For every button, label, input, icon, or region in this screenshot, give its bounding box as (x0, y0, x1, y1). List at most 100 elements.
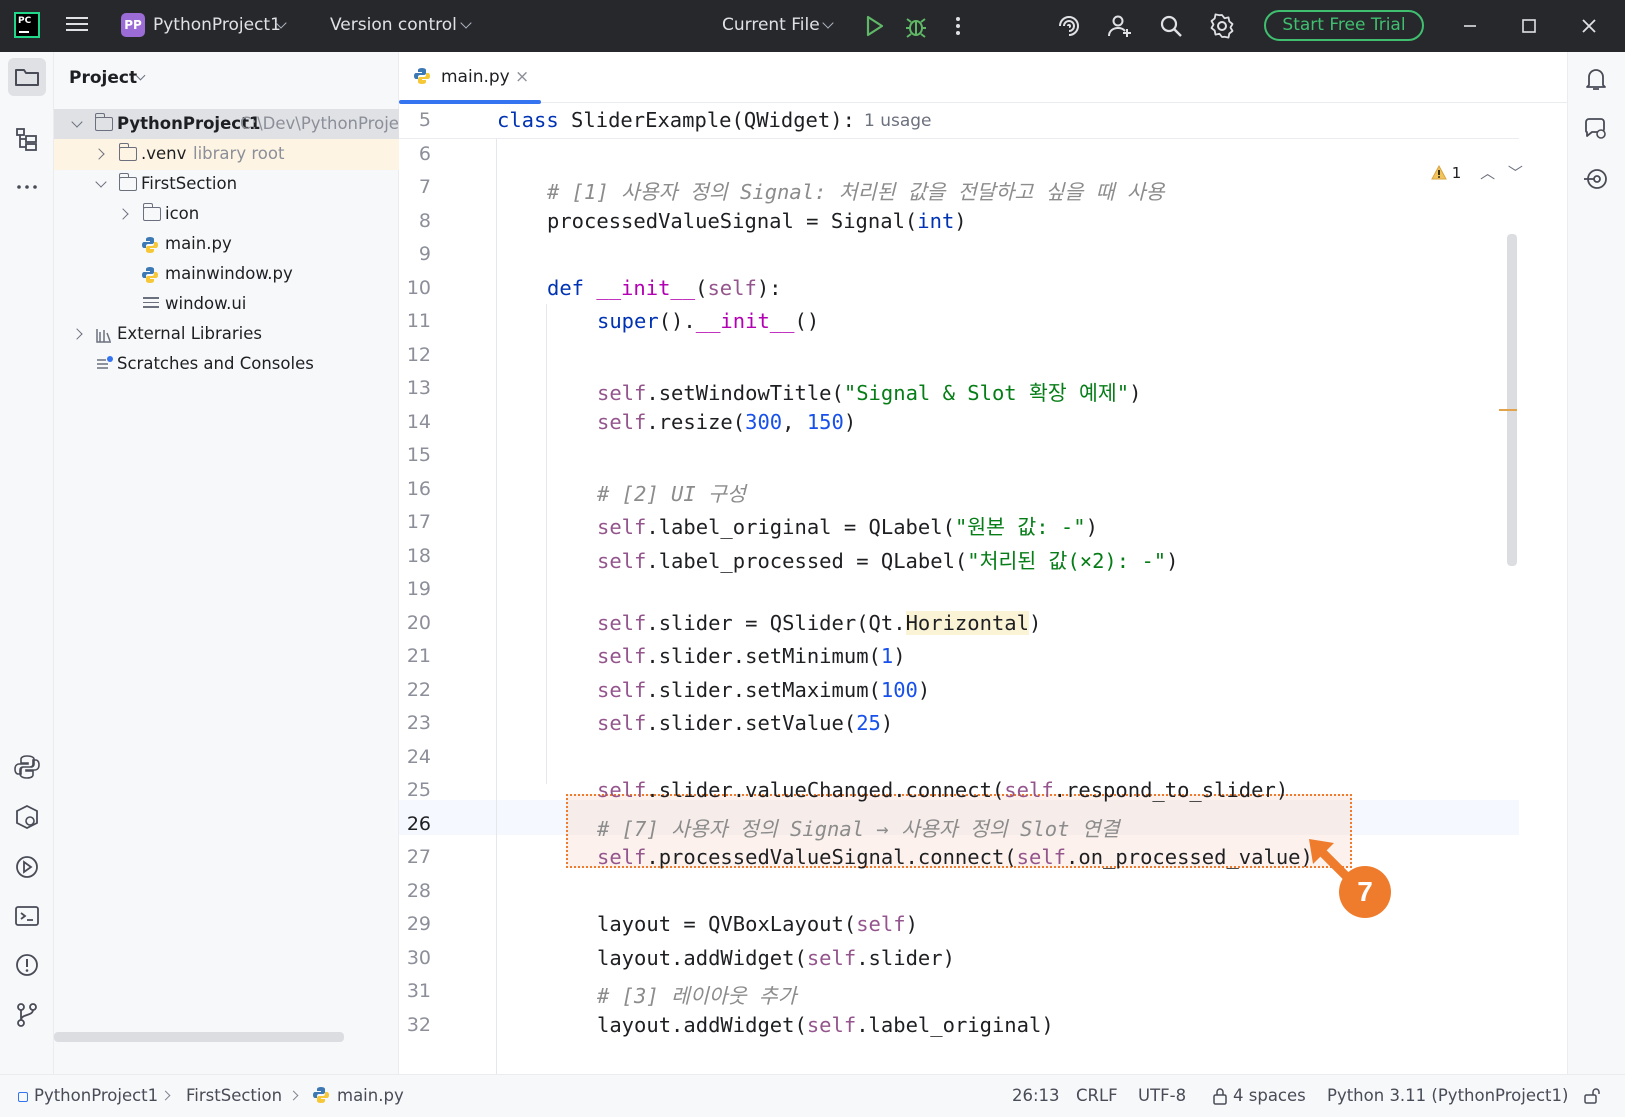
code-text: self.processedValueSignal.connect(self.o… (597, 845, 1313, 869)
code-text: self.label_processed = QLabel("처리된 값(×2)… (597, 549, 1179, 573)
ai-assistant-icon[interactable] (1055, 12, 1083, 40)
code-comment: # [3] 레이아웃 추가 (597, 984, 797, 1008)
ai-chat-icon[interactable] (1581, 114, 1611, 144)
editor-tab-bar: main.py × (399, 52, 1567, 104)
python-packages-icon[interactable] (12, 752, 42, 782)
line-separator-widget[interactable]: CRLF (1076, 1086, 1118, 1105)
left-tool-window-strip (0, 52, 54, 1074)
line-number: 5 (418, 109, 431, 131)
tree-item-mainwindow-py[interactable]: mainwindow.py (54, 259, 399, 290)
run-tool-icon[interactable] (12, 852, 42, 882)
interpreter-widget[interactable]: Python 3.11 (PythonProject1) (1327, 1086, 1568, 1105)
tree-item-venv[interactable]: .venv library root (54, 139, 399, 170)
next-highlight-icon[interactable]: ﹀ (1508, 164, 1523, 182)
expand-arrow-icon[interactable] (71, 328, 83, 340)
line-number: 19 (406, 578, 431, 600)
warning-count: 1 (1451, 164, 1462, 182)
code-text: layout.addWidget(self.label_original) (597, 1013, 1054, 1037)
code-with-me-icon[interactable] (1106, 12, 1134, 40)
endpoints-icon[interactable] (1581, 164, 1611, 194)
minimize-icon[interactable] (1456, 12, 1484, 40)
status-bar: PythonProject1 FirstSection main.py 26:1… (0, 1074, 1625, 1117)
notifications-bell-icon[interactable] (1581, 64, 1611, 94)
maximize-icon[interactable] (1515, 12, 1543, 40)
close-window-icon[interactable] (1575, 12, 1603, 40)
line-number: 27 (406, 846, 431, 868)
expand-arrow-icon[interactable] (95, 176, 107, 188)
tree-item-project-root[interactable]: PythonProject1 C:\Dev\PythonProje (54, 109, 399, 140)
project-panel: Project PythonProject1 C:\Dev\PythonProj… (54, 52, 399, 1074)
project-badge[interactable]: PP (121, 13, 145, 37)
line-number: 20 (406, 612, 431, 634)
breadcrumb-folder[interactable]: FirstSection (186, 1086, 282, 1105)
tree-item-scratches[interactable]: Scratches and Consoles (54, 349, 399, 380)
caret-position[interactable]: 26:13 (1012, 1086, 1060, 1105)
expand-arrow-icon[interactable] (117, 208, 129, 220)
git-icon[interactable] (12, 1000, 42, 1030)
line-number: 18 (406, 545, 431, 567)
run-icon[interactable] (860, 12, 888, 40)
version-control-widget[interactable]: Version control (330, 15, 457, 35)
error-stripe-marker[interactable] (1499, 409, 1517, 411)
settings-gear-icon[interactable] (1208, 12, 1236, 40)
problems-icon[interactable] (12, 950, 42, 980)
tree-item-icon-folder[interactable]: icon (54, 199, 399, 230)
breadcrumb-file[interactable]: main.py (337, 1086, 404, 1105)
start-free-trial-button[interactable]: Start Free Trial (1264, 10, 1424, 41)
structure-icon[interactable] (12, 124, 42, 154)
breadcrumb-project[interactable]: PythonProject1 (34, 1086, 158, 1105)
code-line-32: 32 layout.addWidget(self.label_original) (399, 1009, 1567, 1044)
project-panel-title[interactable]: Project (69, 68, 137, 88)
code-editor[interactable]: 5 class SliderExample(QWidget): 1 usage … (399, 104, 1567, 1074)
sticky-class-header[interactable]: 5 class SliderExample(QWidget): 1 usage (399, 104, 1519, 139)
vertical-scrollbar[interactable] (1507, 234, 1517, 566)
tree-item-main-py[interactable]: main.py (54, 229, 399, 260)
debug-icon[interactable] (902, 12, 930, 40)
main-menu-icon[interactable] (66, 14, 88, 34)
more-tools-icon[interactable] (12, 172, 42, 202)
callout-number-badge: 7 (1339, 866, 1391, 918)
terminal-icon[interactable] (12, 901, 42, 931)
run-configuration-selector[interactable]: Current File (722, 15, 820, 35)
code-text: layout.addWidget(self.slider) (597, 946, 955, 970)
expand-arrow-icon[interactable] (71, 116, 83, 128)
line-number: 10 (406, 277, 431, 299)
tab-main-py[interactable]: main.py × (399, 52, 541, 104)
tree-item-firstsection[interactable]: FirstSection (54, 169, 399, 200)
file-encoding-widget[interactable]: UTF-8 (1138, 1086, 1186, 1105)
previous-highlight-icon[interactable]: ︿ (1480, 164, 1495, 182)
code-line-29: 29 layout = QVBoxLayout(self) (399, 908, 1567, 943)
tree-item-label: window.ui (165, 294, 247, 313)
horizontal-scrollbar[interactable] (54, 1032, 344, 1042)
expand-arrow-icon[interactable] (93, 148, 105, 160)
read-only-lock-icon[interactable] (1582, 1086, 1602, 1106)
folder-icon[interactable] (12, 62, 42, 92)
more-actions-icon[interactable] (944, 12, 972, 40)
close-tab-icon[interactable]: × (515, 67, 529, 87)
line-number: 31 (406, 980, 431, 1002)
project-name-widget[interactable]: PythonProject1 (153, 15, 281, 35)
code-text: self.slider.setMaximum(100) (597, 678, 931, 702)
tree-item-external-libraries[interactable]: External Libraries (54, 319, 399, 350)
code-comment: # [1] 사용자 정의 Signal: 처리된 값을 전달하고 싶을 때 사용 (547, 180, 1165, 204)
code-line-6: 6 (399, 138, 1567, 173)
usages-hint[interactable]: 1 usage (864, 111, 932, 131)
code-line-16: 16 # [2] UI 구성 (399, 473, 1567, 508)
code-line-7: 7 # [1] 사용자 정의 Signal: 처리된 값을 전달하고 싶을 때 사… (399, 171, 1567, 206)
code-line-27: 27 self.processedValueSignal.connect(self… (399, 841, 1567, 876)
search-icon[interactable] (1157, 12, 1185, 40)
code-line-14: 14 self.resize(300, 150) (399, 406, 1567, 441)
line-number: 9 (418, 243, 431, 265)
code-line-20: 20 self.slider = QSlider(Qt.Horizontal) (399, 607, 1567, 642)
indent-widget[interactable]: 4 spaces (1233, 1086, 1306, 1105)
services-icon[interactable] (12, 802, 42, 832)
code-comment: # [2] UI 구성 (597, 482, 746, 506)
inspection-widget[interactable]: 1 ︿ ﹀ (1431, 162, 1523, 183)
code-text: self.slider.setMinimum(1) (597, 644, 906, 668)
code-line-25: 25 self.slider.valueChanged.connect(self.… (399, 774, 1567, 809)
right-tool-window-strip (1567, 52, 1625, 1074)
line-number: 14 (406, 411, 431, 433)
tree-item-window-ui[interactable]: window.ui (54, 289, 399, 320)
code-text: processedValueSignal = Signal(int) (547, 209, 967, 233)
tree-item-label: External Libraries (117, 324, 262, 343)
